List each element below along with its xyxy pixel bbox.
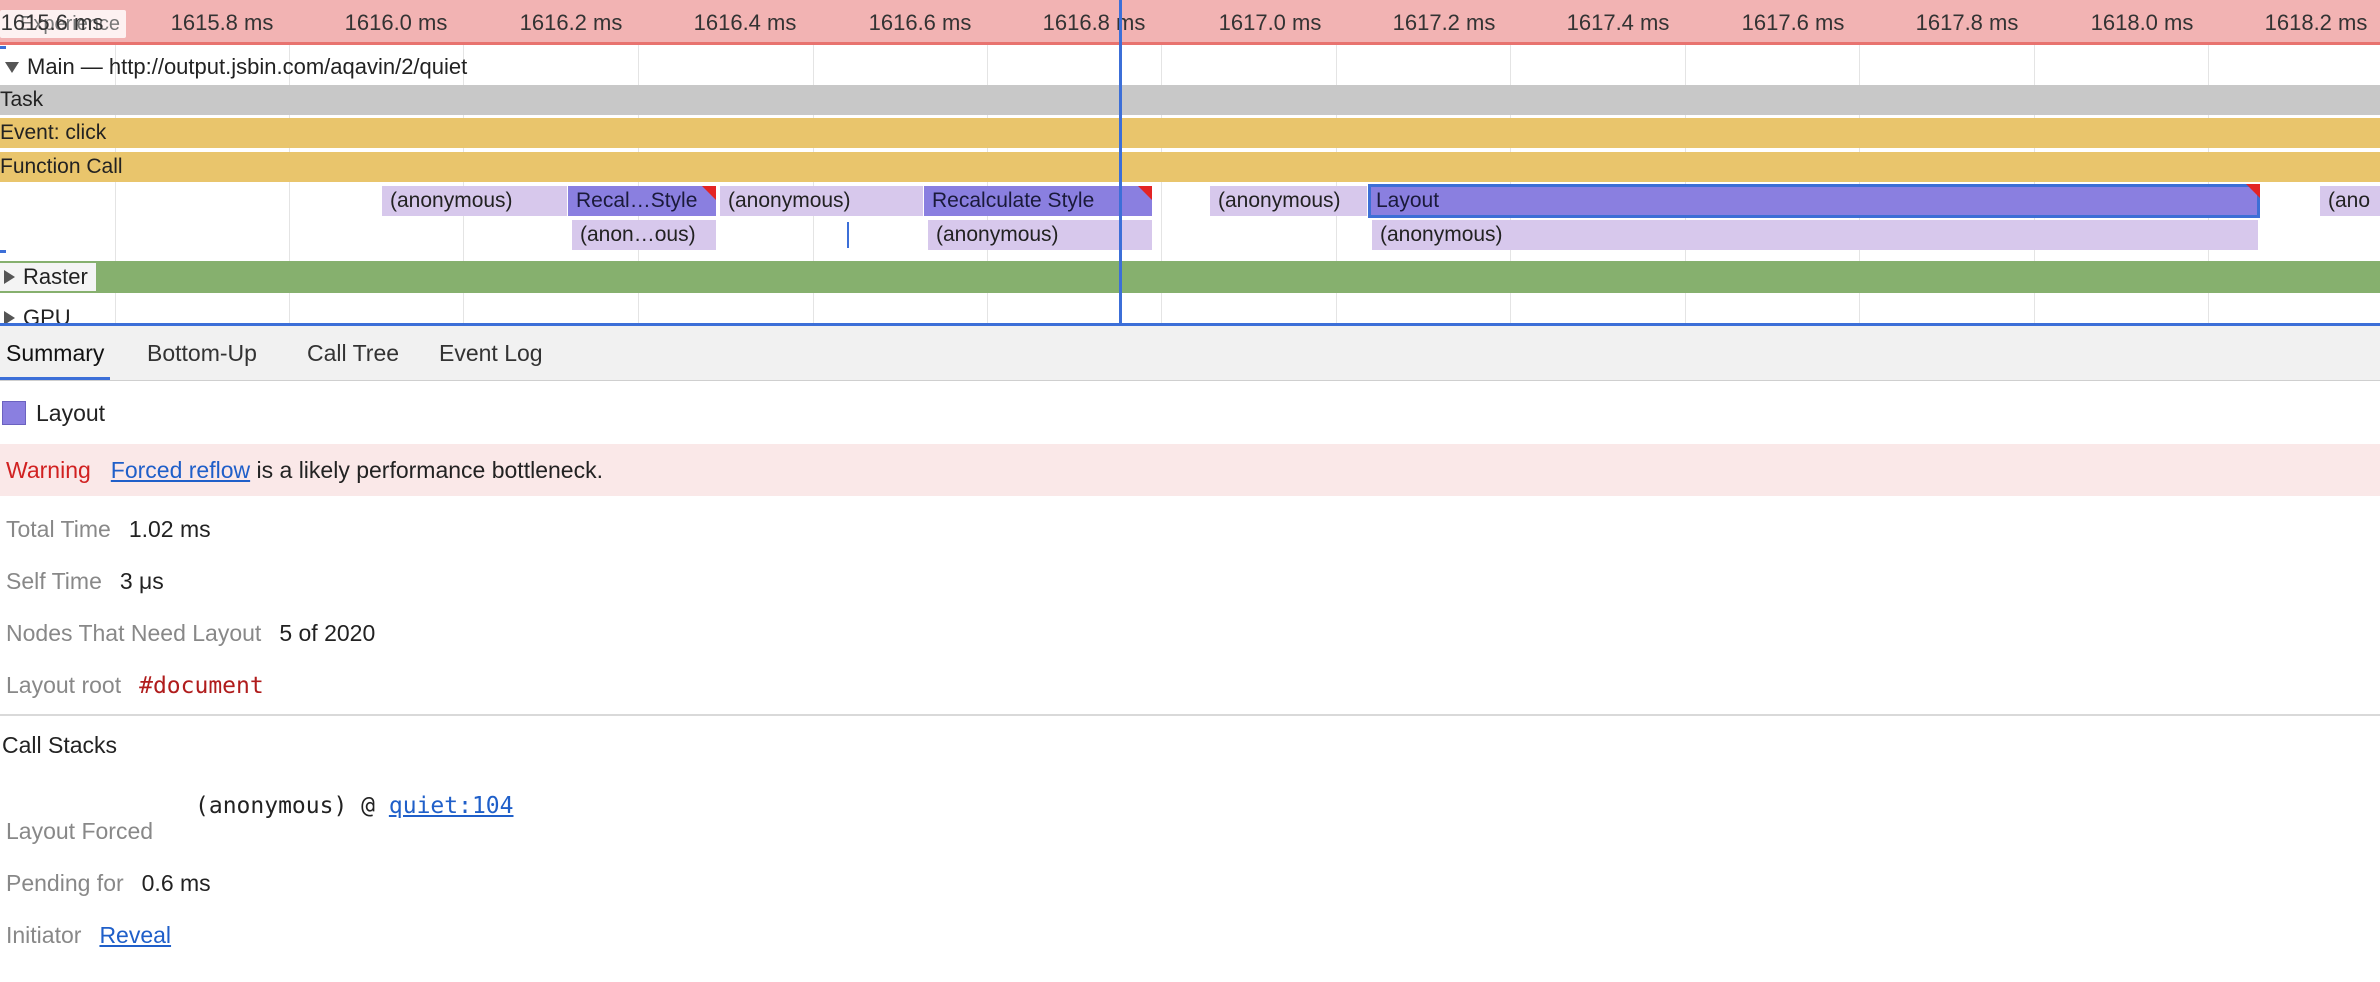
recalculate-style-bar[interactable]: Recal…Style bbox=[568, 186, 716, 216]
tab-summary[interactable]: Summary bbox=[0, 326, 111, 380]
recalculate-style-bar[interactable]: Recalculate Style bbox=[924, 186, 1152, 216]
forced-reflow-link[interactable]: Forced reflow bbox=[111, 457, 250, 483]
pending-row: Pending for 0.6 ms bbox=[6, 870, 211, 897]
ruler-tick: 1616.0 ms bbox=[344, 10, 448, 35]
total-time-row: Total Time 1.02 ms bbox=[6, 516, 211, 543]
anonymous-call-bar[interactable]: (anon…ous) bbox=[572, 220, 716, 250]
summary-title-text: Layout bbox=[36, 400, 106, 426]
call-stack-frame: (anonymous) @ quiet:104 bbox=[195, 793, 514, 819]
pending-label: Pending for bbox=[6, 870, 124, 896]
time-ruler[interactable]: Experience 1615.6 ms 1615.8 ms 1616.0 ms… bbox=[0, 0, 2380, 45]
total-time-label: Total Time bbox=[6, 516, 111, 542]
nodes-layout-value: 5 of 2020 bbox=[279, 620, 376, 646]
expand-triangle-icon[interactable] bbox=[4, 270, 15, 285]
main-track-header[interactable]: Main — http://output.jsbin.com/aqavin/2/… bbox=[0, 51, 467, 83]
tiny-event-mark[interactable] bbox=[847, 222, 849, 248]
left-marker bbox=[0, 46, 6, 49]
pending-value: 0.6 ms bbox=[141, 870, 211, 896]
left-marker bbox=[0, 250, 6, 253]
ruler-tick: 1615.8 ms bbox=[170, 10, 274, 35]
tab-call-tree[interactable]: Call Tree bbox=[301, 326, 405, 380]
total-time-value: 1.02 ms bbox=[128, 516, 211, 542]
ruler-tick: 1617.0 ms bbox=[1218, 10, 1322, 35]
ruler-tick: 1616.4 ms bbox=[693, 10, 797, 35]
call-stacks-title: Call Stacks bbox=[2, 732, 118, 758]
function-call-bar[interactable]: Function Call bbox=[0, 152, 2380, 182]
summary-panel: Layout Warning Forced reflow is a likely … bbox=[0, 380, 2380, 982]
anonymous-call-bar[interactable]: (anonymous) bbox=[382, 186, 567, 216]
layout-bar-selected[interactable]: Layout bbox=[1368, 184, 2260, 218]
warning-text: is a likely performance bottleneck. bbox=[250, 457, 603, 483]
tab-event-log[interactable]: Event Log bbox=[433, 326, 549, 380]
layout-color-swatch bbox=[2, 401, 26, 425]
details-tab-bar: Summary Bottom-Up Call Tree Event Log bbox=[0, 326, 2380, 381]
stack-source-link[interactable]: quiet:104 bbox=[389, 793, 514, 819]
tab-bottom-up[interactable]: Bottom-Up bbox=[141, 326, 263, 380]
nodes-layout-label: Nodes That Need Layout bbox=[6, 620, 262, 646]
self-time-value: 3 μs bbox=[119, 568, 164, 594]
flame-chart[interactable]: Experience 1615.6 ms 1615.8 ms 1616.0 ms… bbox=[0, 0, 2380, 326]
ruler-tick: 1618.0 ms bbox=[2090, 10, 2194, 35]
layout-forced-label: Layout Forced bbox=[6, 818, 154, 844]
raster-track-bar[interactable] bbox=[0, 261, 2380, 293]
ruler-tick: 1615.6 ms bbox=[0, 10, 104, 35]
main-track-title: Main — http://output.jsbin.com/aqavin/2/… bbox=[27, 54, 468, 79]
layout-root-label: Layout root bbox=[6, 672, 122, 698]
self-time-row: Self Time 3 μs bbox=[6, 568, 164, 595]
ruler-tick: 1616.6 ms bbox=[868, 10, 972, 35]
anonymous-call-bar[interactable]: (anonymous) bbox=[1372, 220, 2258, 250]
stack-function-name: (anonymous) @ bbox=[195, 793, 389, 819]
ruler-tick: 1617.4 ms bbox=[1566, 10, 1670, 35]
ruler-tick: 1617.8 ms bbox=[1915, 10, 2019, 35]
event-click-bar[interactable]: Event: click bbox=[0, 118, 2380, 148]
ruler-tick: 1616.2 ms bbox=[519, 10, 623, 35]
warning-row: Warning Forced reflow is a likely perform… bbox=[0, 444, 2380, 496]
anonymous-call-bar[interactable]: (ano bbox=[2320, 186, 2380, 216]
task-bar[interactable]: Task bbox=[0, 85, 2380, 115]
section-divider bbox=[0, 714, 2380, 716]
initiator-label: Initiator bbox=[6, 922, 82, 948]
ruler-tick: 1616.8 ms bbox=[1042, 10, 1146, 35]
ruler-tick: 1617.2 ms bbox=[1392, 10, 1496, 35]
raster-track-title: Raster bbox=[23, 264, 88, 289]
anonymous-call-bar[interactable]: (anonymous) bbox=[720, 186, 923, 216]
collapse-triangle-icon[interactable] bbox=[5, 62, 19, 74]
warning-label: Warning bbox=[6, 457, 91, 483]
self-time-label: Self Time bbox=[6, 568, 102, 594]
initiator-reveal-link[interactable]: Reveal bbox=[99, 922, 171, 948]
time-cursor-line[interactable] bbox=[1119, 0, 1122, 326]
ruler-tick: 1617.6 ms bbox=[1741, 10, 1845, 35]
layout-root-node[interactable]: #document bbox=[139, 673, 264, 699]
ruler-tick: 1618.2 ms bbox=[2264, 10, 2368, 35]
layout-forced-label-row: Layout Forced bbox=[6, 818, 171, 845]
initiator-row: Initiator Reveal bbox=[6, 922, 171, 949]
summary-title: Layout bbox=[2, 400, 105, 427]
anonymous-call-bar[interactable]: (anonymous) bbox=[1210, 186, 1367, 216]
raster-track-header[interactable]: Raster bbox=[0, 263, 96, 291]
nodes-layout-row: Nodes That Need Layout 5 of 2020 bbox=[6, 620, 375, 647]
layout-root-row: Layout root #document bbox=[6, 672, 264, 699]
